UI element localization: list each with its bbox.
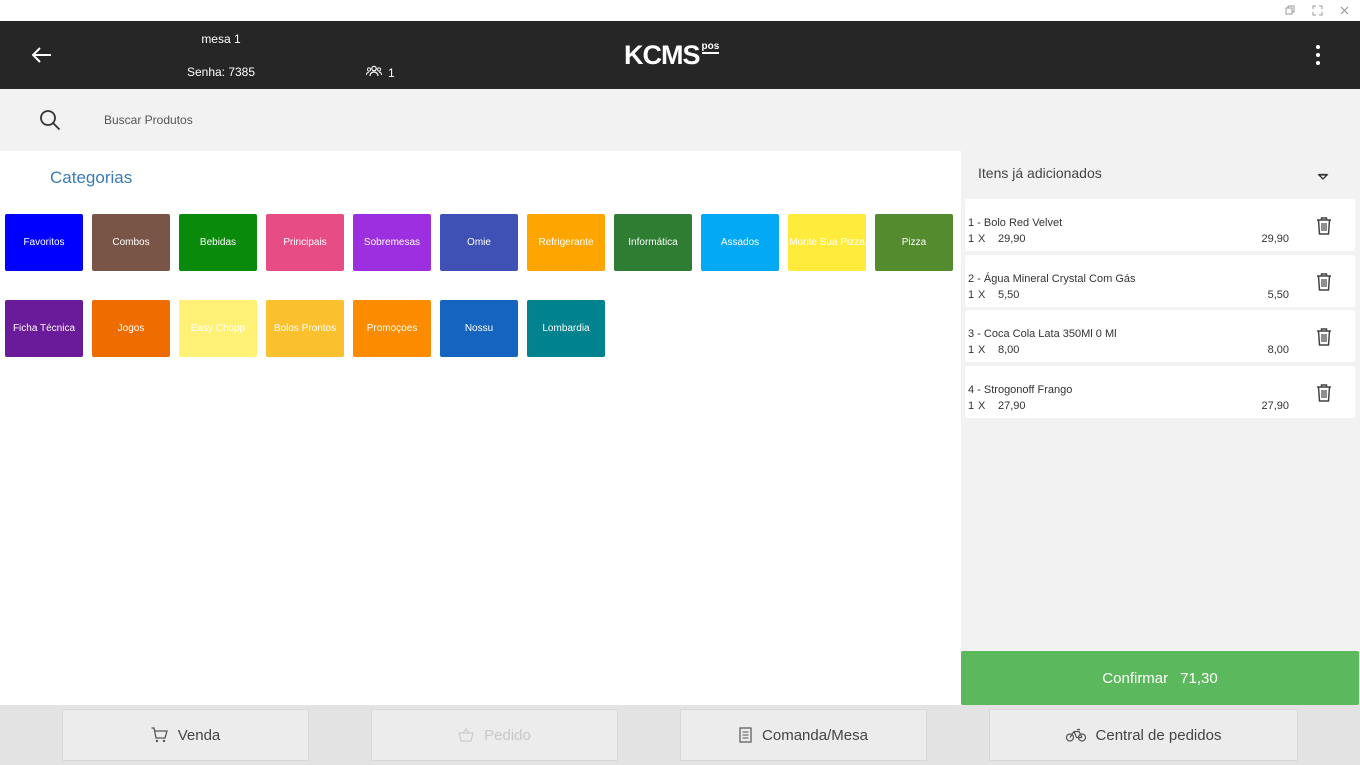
close-window-icon[interactable] [1337, 3, 1352, 18]
item-name: 4 - Strogonoff Frango [968, 383, 1073, 396]
back-arrow-icon[interactable] [28, 41, 56, 69]
window-controls [1283, 3, 1352, 18]
people-count-value: 1 [388, 65, 395, 80]
category-informatica[interactable]: Informática [614, 214, 692, 271]
nav-pedido-label: Pedido [484, 726, 531, 744]
trash-icon[interactable] [1315, 383, 1333, 403]
added-items-list: 1 - Bolo Red Velvet 1 X 29,90 29,90 2 - … [965, 199, 1357, 421]
nav-venda-button[interactable]: Venda [62, 709, 309, 761]
restore-window-icon[interactable] [1283, 3, 1298, 18]
item-x: X [978, 344, 986, 356]
category-promocoes[interactable]: Promoçoes [353, 300, 431, 357]
nav-venda-label: Venda [177, 726, 221, 744]
category-jogos[interactable]: Jogos [92, 300, 170, 357]
trash-icon[interactable] [1315, 327, 1333, 347]
category-bebidas[interactable]: Bebidas [179, 214, 257, 271]
category-nossu[interactable]: Nossu [440, 300, 518, 357]
order-password: Senha: 7385 [186, 65, 256, 79]
item-qty: 1 [968, 344, 975, 356]
categories-title: Categorias [50, 168, 133, 187]
list-item[interactable]: 2 - Água Mineral Crystal Com Gás 1 X 5,5… [965, 254, 1355, 307]
people-icon [366, 65, 382, 80]
category-omie[interactable]: Omie [440, 214, 518, 271]
nav-pedido-button[interactable]: Pedido [371, 709, 618, 761]
added-items-panel: Itens já adicionados 1 - Bolo Red Velvet… [961, 151, 1360, 705]
item-unit-price: 29,90 [998, 233, 1026, 245]
collapse-caret-icon[interactable] [1316, 169, 1330, 180]
item-qty: 1 [968, 288, 975, 301]
item-name: 1 - Bolo Red Velvet [968, 217, 1063, 229]
item-name: 2 - Água Mineral Crystal Com Gás [968, 272, 1136, 285]
category-bolos-prontos[interactable]: Bolos Prontos [266, 300, 344, 357]
search-bar [0, 89, 1360, 151]
item-x: X [978, 233, 986, 245]
list-item[interactable]: 3 - Coca Cola Lata 350Ml 0 Ml 1 X 8,00 8… [965, 310, 1355, 362]
bicycle-icon [1065, 728, 1086, 742]
category-principais[interactable]: Principais [266, 214, 344, 271]
confirm-label: Confirmar [1102, 669, 1169, 687]
item-total: 8,00 [1267, 344, 1289, 356]
fullscreen-icon[interactable] [1310, 3, 1325, 18]
category-combos[interactable]: Combos [92, 214, 170, 271]
item-unit-price: 27,90 [998, 399, 1026, 412]
item-total: 29,90 [1261, 233, 1289, 245]
item-total: 27,90 [1261, 399, 1289, 412]
item-qty: 1 [968, 233, 975, 245]
more-menu-icon[interactable] [1304, 41, 1332, 69]
category-refrigerante[interactable]: Refrigerante [527, 214, 605, 271]
category-assados[interactable]: Assados [701, 214, 779, 271]
nav-comanda-button[interactable]: Comanda/Mesa [680, 709, 927, 761]
category-monte-sua-pizza[interactable]: Monte Sua Pizza [788, 214, 866, 271]
category-lombardia[interactable]: Lombardia [527, 300, 605, 357]
list-icon [739, 727, 752, 743]
item-unit-price: 5,50 [998, 288, 1020, 301]
list-item[interactable]: 4 - Strogonoff Frango 1 X 27,90 27,90 [965, 365, 1355, 418]
category-easy-chopp[interactable]: Easy Chopp [179, 300, 257, 357]
table-name: mesa 1 [201, 32, 241, 46]
item-x: X [978, 288, 986, 301]
category-ficha-tecnica[interactable]: Ficha Técnica [5, 300, 83, 357]
nav-comanda-label: Comanda/Mesa [762, 726, 868, 744]
item-unit-price: 8,00 [998, 344, 1020, 356]
kcms-logo: KCMS pos [624, 39, 720, 71]
list-item[interactable]: 1 - Bolo Red Velvet 1 X 29,90 29,90 [965, 199, 1355, 251]
logo-text: KCMS [624, 40, 700, 70]
trash-icon[interactable] [1315, 272, 1333, 292]
item-x: X [978, 399, 986, 412]
people-count[interactable]: 1 [366, 65, 395, 80]
logo-sub-text: pos [701, 41, 720, 54]
item-name: 3 - Coca Cola Lata 350Ml 0 Ml [968, 328, 1117, 340]
nav-central-button[interactable]: Central de pedidos [989, 709, 1298, 761]
window-titlebar [0, 0, 1360, 21]
confirm-button[interactable]: Confirmar 71,30 [961, 651, 1359, 705]
basket-icon [458, 728, 474, 742]
trash-icon[interactable] [1315, 216, 1333, 236]
categories-grid: Favoritos Combos Bebidas Principais Sobr… [5, 214, 959, 357]
cart-icon [151, 727, 168, 743]
category-sobremesas[interactable]: Sobremesas [353, 214, 431, 271]
item-qty: 1 [968, 399, 975, 412]
item-total: 5,50 [1267, 288, 1289, 301]
nav-central-label: Central de pedidos [1095, 726, 1222, 744]
search-input[interactable] [104, 109, 504, 131]
added-items-title: Itens já adicionados [978, 165, 1102, 181]
bottom-nav: Venda Pedido Comanda/Mesa Central de ped… [0, 705, 1360, 765]
confirm-total: 71,30 [1180, 669, 1218, 687]
app-header: mesa 1 Senha: 7385 1 KCMS pos [0, 21, 1360, 89]
search-icon[interactable] [38, 108, 62, 132]
category-favoritos[interactable]: Favoritos [5, 214, 83, 271]
category-pizza[interactable]: Pizza [875, 214, 953, 271]
